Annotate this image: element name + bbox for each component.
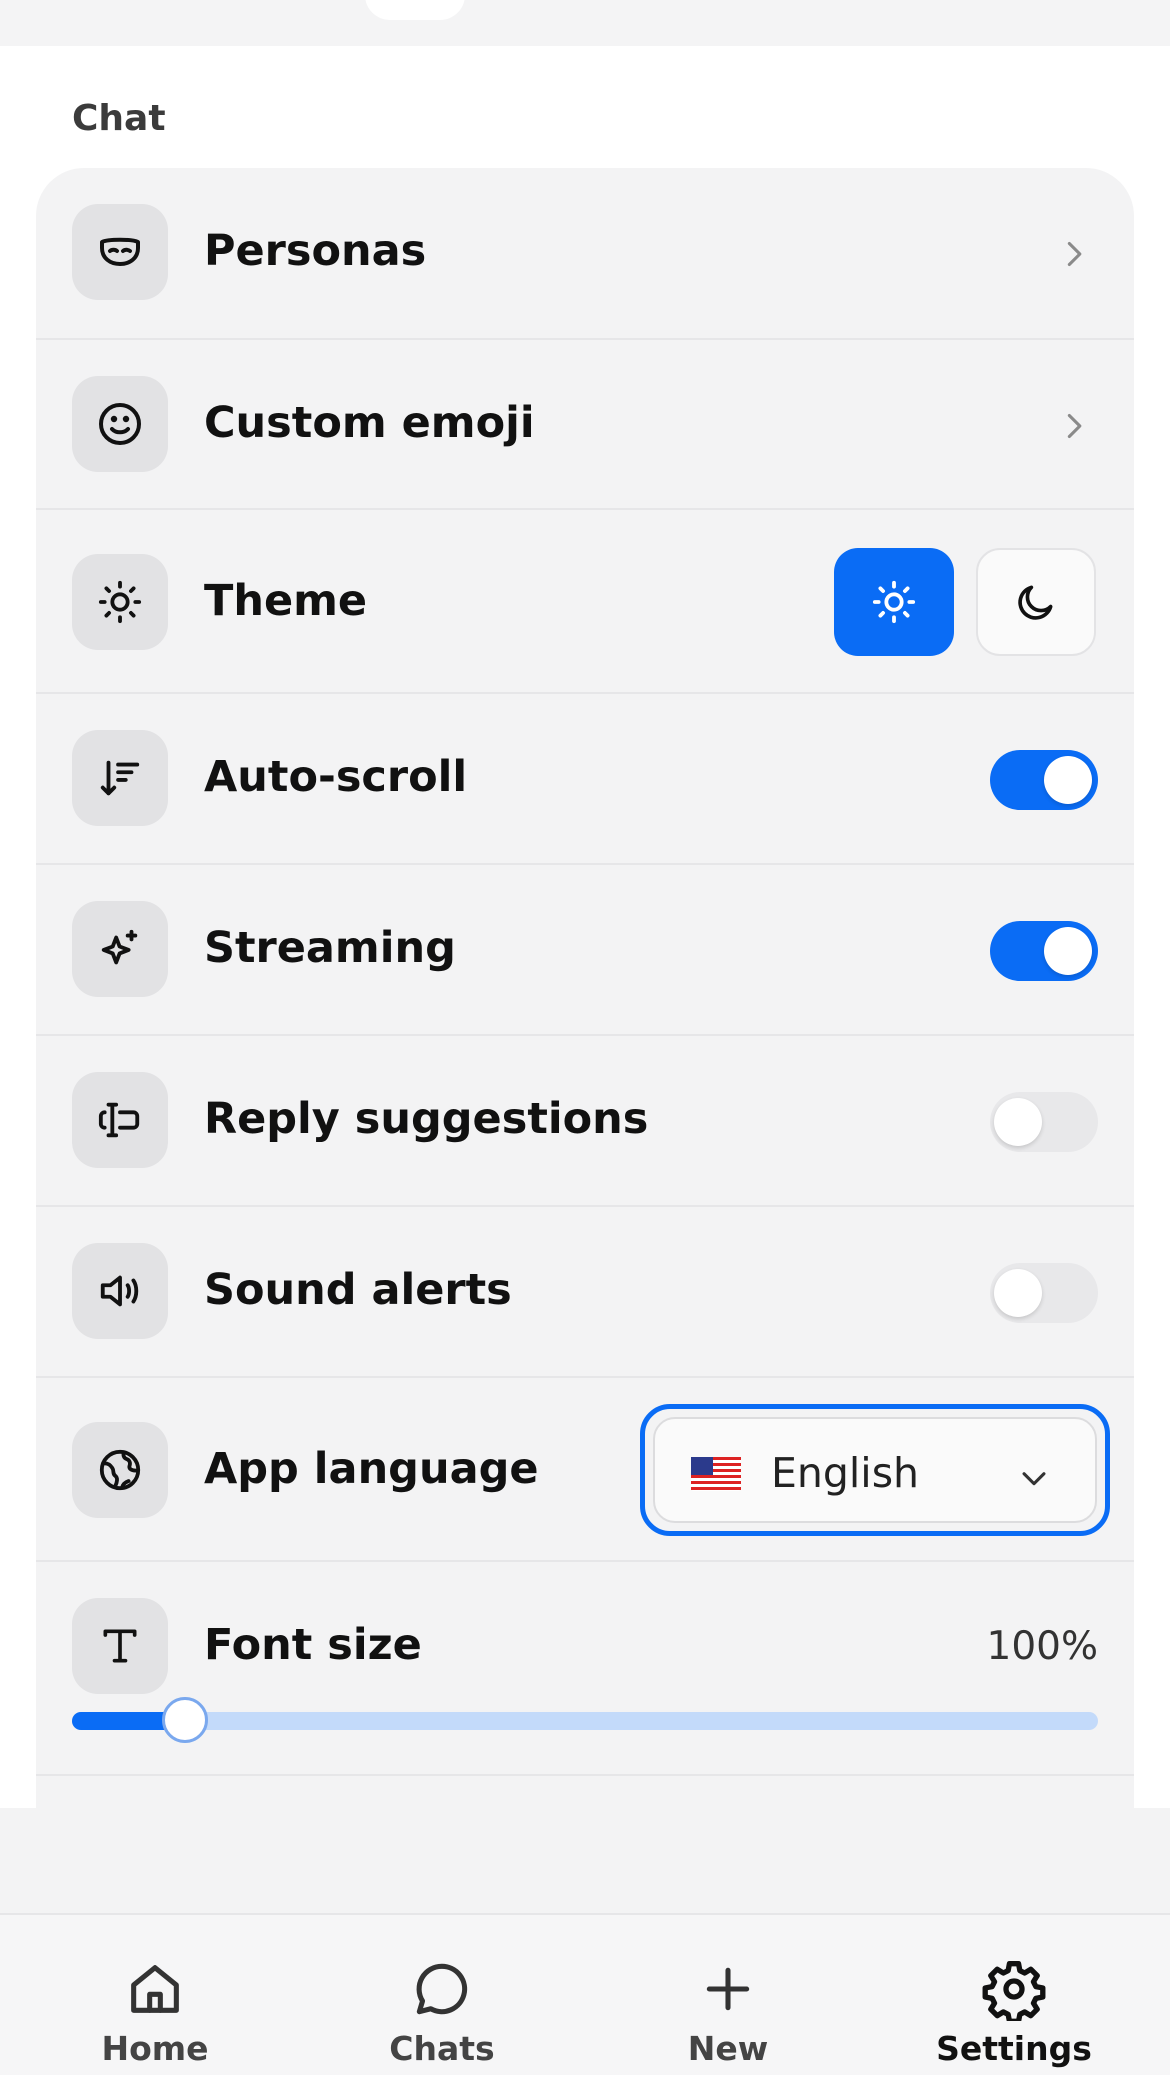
top-bar: [0, 0, 1170, 46]
nav-home[interactable]: Home: [55, 1957, 255, 2068]
streaming-row: Streaming: [36, 865, 1134, 1036]
chevron-right-icon: [1067, 241, 1082, 267]
personas-row[interactable]: Personas: [36, 168, 1134, 340]
sparkle-icon: [72, 901, 168, 997]
reply-suggestions-row: Reply suggestions: [36, 1036, 1134, 1207]
gear-icon: [982, 1961, 1046, 2021]
app-language-label: App language: [204, 1444, 539, 1494]
font-size-label: Font size: [204, 1620, 422, 1670]
theme-row: Theme: [36, 510, 1134, 694]
font-size-value: 100%: [986, 1624, 1099, 1669]
type-icon: [72, 1598, 168, 1694]
personas-label: Personas: [204, 226, 427, 276]
bottom-navigation: Home Chats New Settings: [0, 1913, 1170, 2075]
toggle-knob: [1044, 756, 1092, 804]
nav-chats[interactable]: Chats: [342, 1957, 542, 2068]
custom-emoji-label: Custom emoji: [204, 398, 535, 448]
plus-icon: [706, 1967, 750, 2011]
sound-alerts-row: Sound alerts: [36, 1207, 1134, 1378]
nav-settings-label: Settings: [936, 2029, 1092, 2068]
dark-theme-button[interactable]: [976, 548, 1096, 656]
nav-settings[interactable]: Settings: [914, 1957, 1114, 2068]
streaming-label: Streaming: [204, 923, 456, 973]
nav-chats-label: Chats: [389, 2029, 495, 2068]
reply-suggestions-toggle[interactable]: [990, 1092, 1098, 1152]
smiley-icon: [72, 376, 168, 472]
home-icon: [131, 1965, 179, 2013]
sort-down-icon: [72, 730, 168, 826]
content-bottom-band: [0, 1808, 1170, 1913]
auto-scroll-label: Auto-scroll: [204, 752, 468, 802]
reply-suggestions-label: Reply suggestions: [204, 1094, 649, 1144]
streaming-toggle[interactable]: [990, 921, 1098, 981]
chat-settings-card: Personas Custom emoji Theme Auto-scroll …: [36, 168, 1134, 1808]
font-size-row: Font size 100%: [36, 1562, 1134, 1776]
nav-home-label: Home: [101, 2029, 209, 2068]
chevron-down-icon: [1022, 1472, 1046, 1486]
chat-bubble-icon: [416, 1963, 468, 2015]
us-flag-icon: [691, 1457, 741, 1491]
moon-icon: [1018, 585, 1053, 620]
sound-alerts-toggle[interactable]: [990, 1263, 1098, 1323]
toggle-knob: [1044, 927, 1092, 975]
nav-new[interactable]: New: [628, 1957, 828, 2068]
toggle-knob: [994, 1098, 1042, 1146]
language-select-box: English: [653, 1417, 1097, 1523]
chevron-right-icon: [1067, 413, 1082, 439]
app-language-row: App language English: [36, 1378, 1134, 1562]
globe-icon: [72, 1422, 168, 1518]
sun-icon: [72, 554, 168, 650]
auto-scroll-row: Auto-scroll: [36, 694, 1134, 865]
toggle-knob: [994, 1269, 1042, 1317]
section-title: Chat: [72, 98, 166, 139]
language-select[interactable]: English: [640, 1404, 1110, 1536]
custom-emoji-row[interactable]: Custom emoji: [36, 340, 1134, 510]
sun-icon: [872, 580, 916, 624]
speaker-icon: [72, 1243, 168, 1339]
mask-icon: [72, 204, 168, 300]
nav-new-label: New: [687, 2029, 769, 2068]
light-theme-button[interactable]: [834, 548, 954, 656]
text-cursor-icon: [72, 1072, 168, 1168]
language-value: English: [771, 1449, 920, 1497]
slider-thumb[interactable]: [162, 1697, 208, 1743]
top-pill: [365, 0, 465, 20]
sound-alerts-label: Sound alerts: [204, 1265, 512, 1315]
font-size-slider[interactable]: [72, 1697, 1098, 1743]
auto-scroll-toggle[interactable]: [990, 750, 1098, 810]
settings-scroll-area[interactable]: Chat Personas Custom emoji Theme Auto-sc…: [0, 46, 1170, 1808]
theme-label: Theme: [204, 576, 368, 626]
